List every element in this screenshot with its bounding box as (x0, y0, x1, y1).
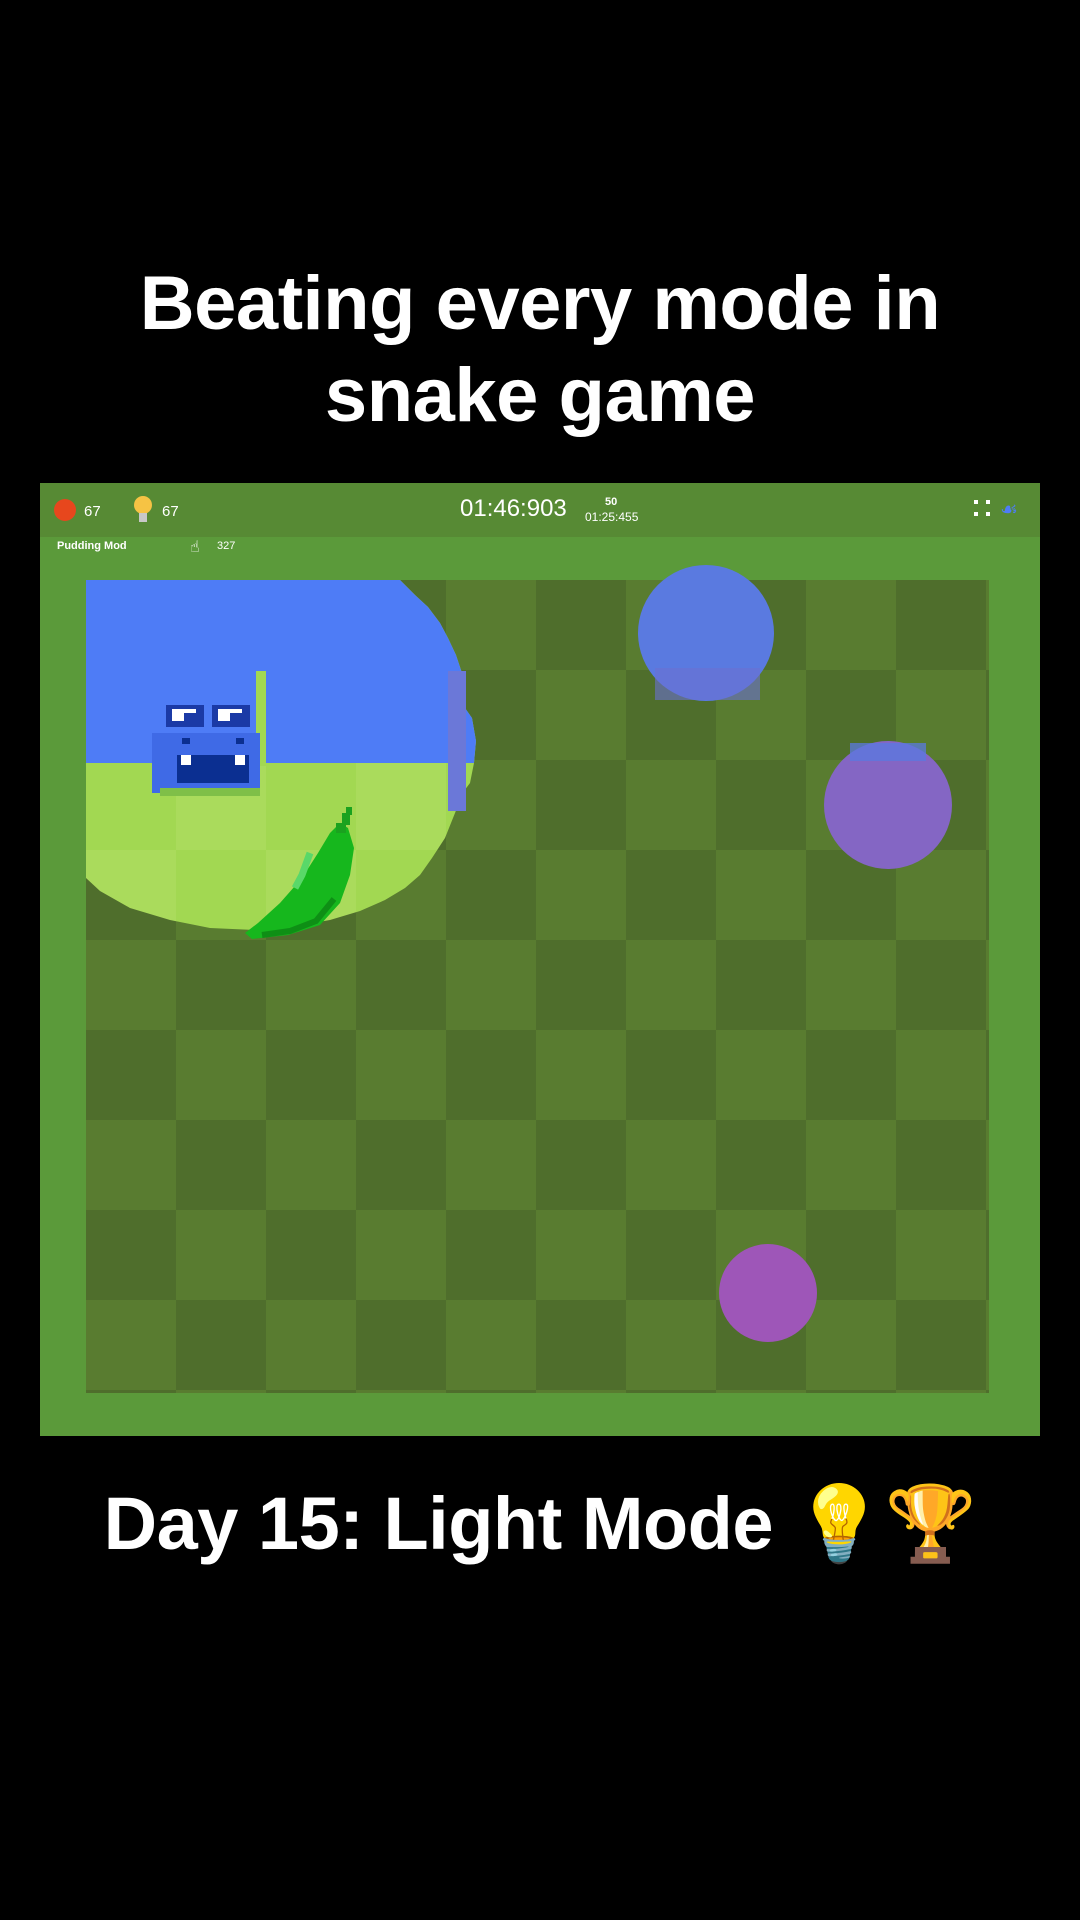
snake-icon[interactable]: ☙ (1000, 497, 1018, 522)
game-board[interactable] (40, 483, 1040, 1436)
orb-magenta (719, 1244, 817, 1342)
pointer-icon: ☝ (190, 539, 200, 556)
best-time: 01:25:455 (585, 510, 639, 524)
bulb-count: 67 (162, 503, 179, 520)
snake-head (152, 683, 260, 796)
fullscreen-icon[interactable] (974, 500, 990, 516)
video-caption: Day 15: Light Mode 💡🏆 (0, 1478, 1080, 1570)
game-timer: 01:46:903 (460, 495, 567, 522)
snake-edge-shadow (448, 671, 466, 811)
orb-purple-top (850, 743, 926, 761)
best-score: 50 (605, 496, 618, 508)
orb-blue-tint (655, 668, 760, 700)
video-title: Beating every mode in snake game (0, 258, 1080, 442)
cursor-count: 327 (217, 540, 236, 552)
apple-count: 67 (84, 503, 101, 520)
video-title-line-1: Beating every mode in (139, 261, 941, 346)
snake-game-window[interactable]: 67 67 01:46:903 50 01:25:455 ☙ Pudding M… (40, 483, 1040, 1436)
lightbulb-icon (132, 496, 154, 524)
caption-text: Day 15: Light Mode (103, 1482, 774, 1565)
apple-icon (54, 499, 76, 521)
hud-bar: 67 67 01:46:903 50 01:25:455 ☙ (40, 483, 1040, 537)
video-title-line-2: snake game (324, 353, 756, 438)
caption-emoji: 💡🏆 (793, 1481, 977, 1567)
mod-label: Pudding Mod (57, 540, 127, 552)
